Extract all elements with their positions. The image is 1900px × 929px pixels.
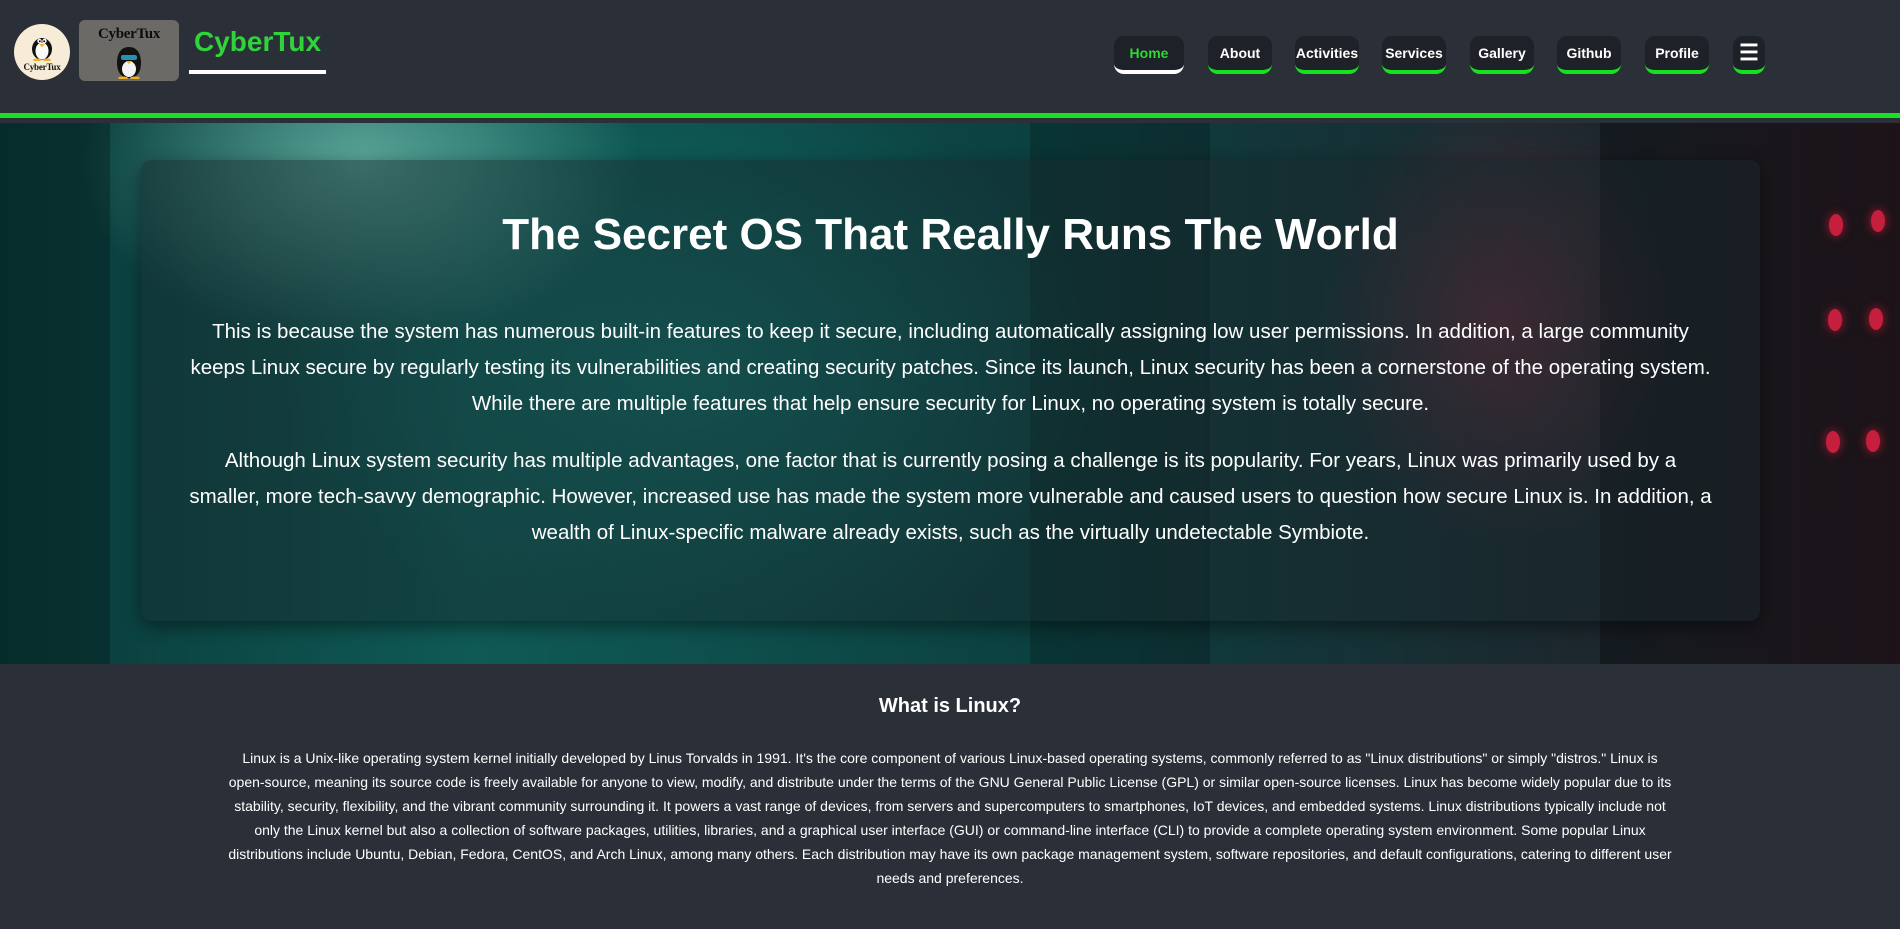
nav-home-button[interactable]: Home <box>1114 36 1184 74</box>
server-led-decor <box>1871 210 1885 232</box>
nav-profile-button[interactable]: Profile <box>1645 36 1709 74</box>
server-rack-decor <box>0 123 110 664</box>
nav-activities-button[interactable]: Activities <box>1295 36 1359 74</box>
nav-gallery-button[interactable]: Gallery <box>1470 36 1534 74</box>
server-led-decor <box>1826 431 1840 453</box>
what-is-linux-heading: What is Linux? <box>878 695 1022 717</box>
site-header: CyberTux CyberTux CyberTux Home About Ac… <box>0 0 1900 118</box>
nav-services-button[interactable]: Services <box>1382 36 1446 74</box>
nav-github-button[interactable]: Github <box>1557 36 1621 74</box>
server-led-decor <box>1829 214 1843 236</box>
server-led-decor <box>1869 308 1883 330</box>
hero-paragraph-2: Although Linux system security has multi… <box>189 449 1712 544</box>
main-nav: Home About Activities Services Gallery G… <box>0 36 1900 76</box>
hero-title: The Secret OS That Really Runs The World <box>502 210 1399 259</box>
what-is-linux-text: Linux is a Unix-like operating system ke… <box>228 750 1672 886</box>
hero-card: The Secret OS That Really Runs The World… <box>141 160 1760 621</box>
nav-about-button[interactable]: About <box>1208 36 1272 74</box>
hero-paragraph-1: This is because the system has numerous … <box>190 320 1711 415</box>
hero-banner: The Secret OS That Really Runs The World… <box>0 123 1900 664</box>
server-led-decor <box>1828 309 1842 331</box>
hamburger-menu-icon[interactable]: ☰ <box>1733 36 1765 74</box>
server-led-decor <box>1866 430 1880 452</box>
